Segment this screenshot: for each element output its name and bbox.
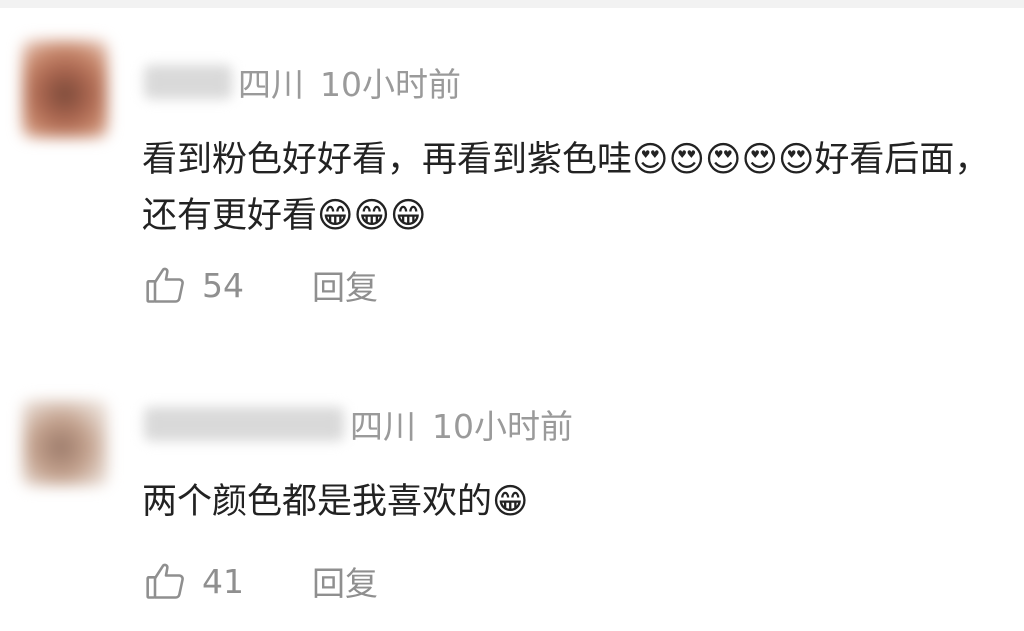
avatar[interactable]	[22, 400, 108, 486]
username-blurred[interactable]	[144, 65, 232, 99]
comment-actions: 54 回复	[144, 262, 378, 308]
like-button[interactable]: 54	[144, 263, 244, 307]
comment-actions: 41 回复	[144, 558, 378, 604]
like-button[interactable]: 41	[144, 559, 244, 603]
comment-meta: 四川 10小时前	[144, 402, 573, 446]
comment-location: 四川	[238, 65, 304, 104]
thumbs-up-icon	[146, 563, 184, 599]
reply-button[interactable]: 回复	[312, 261, 378, 309]
comment-text: 看到粉色好好看，再看到紫色哇😍😍😍😍😍好看后面，还有更好看😁😁😁	[142, 140, 990, 236]
comment-time: 10小时前	[432, 407, 573, 446]
top-divider	[0, 0, 1024, 8]
like-count: 41	[202, 561, 244, 601]
like-count: 54	[202, 265, 244, 305]
avatar[interactable]	[22, 40, 108, 138]
comment-text: 两个颜色都是我喜欢的😁	[142, 482, 529, 522]
comment-time: 10小时前	[320, 65, 461, 104]
reply-button[interactable]: 回复	[312, 557, 378, 605]
thumbs-up-icon	[146, 267, 184, 303]
comment-meta: 四川 10小时前	[144, 60, 461, 104]
comment-location: 四川	[350, 407, 416, 446]
username-blurred[interactable]	[144, 407, 344, 441]
